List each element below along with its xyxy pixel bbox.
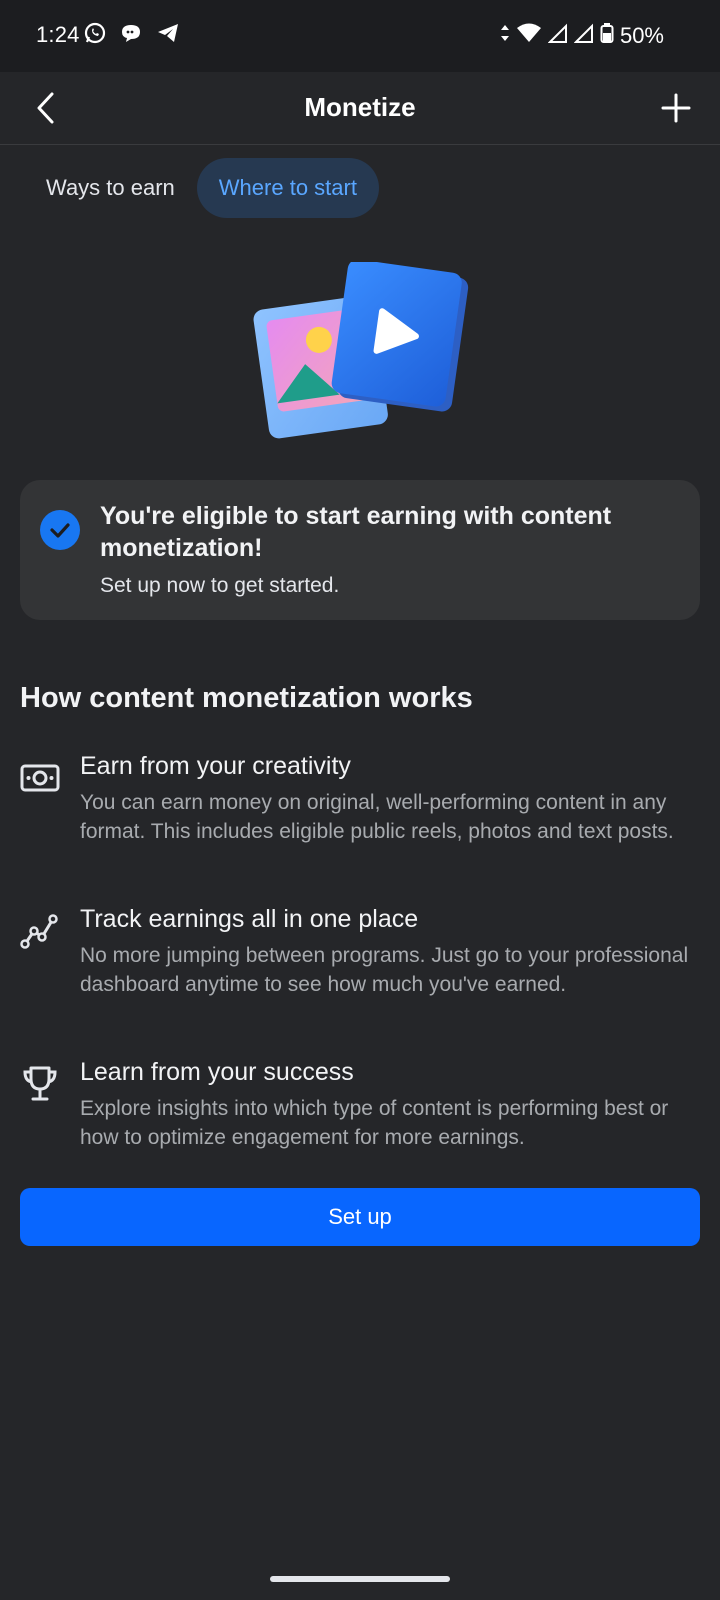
status-time: 1:24 (36, 22, 80, 47)
data-arrows-icon (500, 22, 510, 49)
whatsapp-icon (84, 22, 106, 49)
tab-ways-to-earn[interactable]: Ways to earn (24, 158, 197, 218)
home-indicator[interactable] (270, 1576, 450, 1582)
battery-icon (600, 22, 614, 49)
checkmark-icon (40, 510, 80, 550)
tab-bar: Ways to earn Where to start (24, 158, 379, 218)
app-bar: Monetize (0, 72, 720, 145)
chat-icon (120, 22, 142, 49)
plus-icon (661, 93, 691, 123)
feature-title: Learn from your success (80, 1058, 354, 1086)
status-bar: 1:24 50% (0, 0, 720, 72)
section-heading: How content monetization works (20, 682, 473, 714)
eligibility-title: You're eligible to start earning with co… (100, 502, 612, 562)
eligibility-card: You're eligible to start earning with co… (20, 480, 700, 620)
feature-description: No more jumping between programs. Just g… (80, 944, 689, 996)
battery-percent: 50% (619, 22, 664, 48)
signal-icon (547, 22, 568, 49)
telegram-icon (156, 22, 180, 49)
page-title: Monetize (304, 92, 416, 122)
wifi-icon (516, 22, 542, 49)
monetization-illustration (250, 259, 470, 452)
feature-description: You can earn money on original, well-per… (80, 791, 674, 843)
money-icon (20, 758, 60, 798)
tab-where-to-start[interactable]: Where to start (196, 158, 379, 218)
feature-title: Earn from your creativity (80, 752, 351, 780)
setup-button[interactable]: Set up (20, 1188, 700, 1246)
add-button[interactable] (658, 90, 694, 126)
system-icons: 50% (500, 22, 664, 49)
eligibility-subtitle: Set up now to get started. (100, 574, 340, 597)
trend-line-icon (20, 911, 60, 951)
signal-icon (573, 22, 594, 49)
feature-description: Explore insights into which type of cont… (80, 1097, 669, 1149)
notification-icons (84, 22, 180, 49)
trophy-icon (20, 1064, 60, 1104)
feature-title: Track earnings all in one place (80, 905, 419, 933)
